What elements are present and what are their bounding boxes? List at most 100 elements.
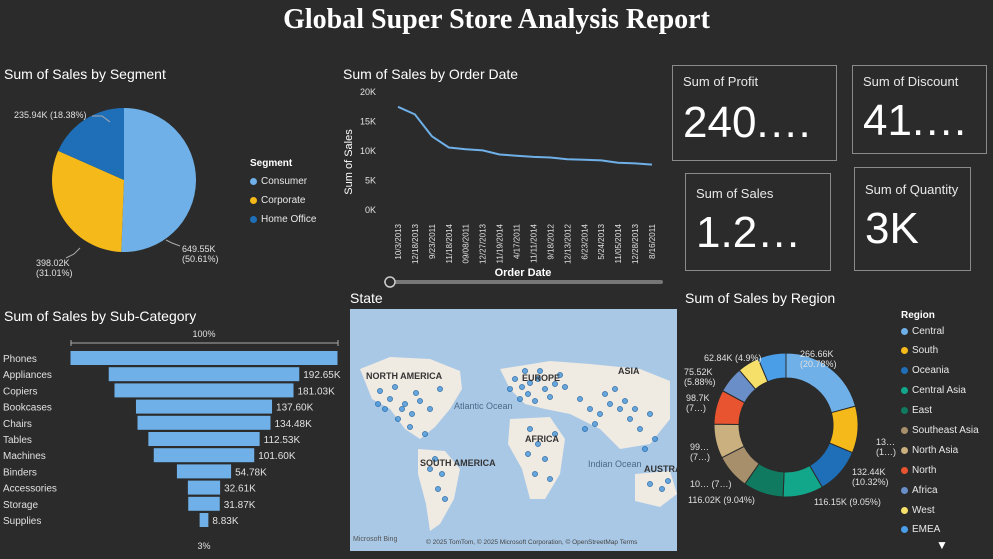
segment-chart-title: Sum of Sales by Segment: [4, 66, 166, 82]
map-point: [422, 431, 428, 437]
region-label-0: 266.66K (20.78%): [800, 349, 837, 369]
kpi-card-quantity[interactable]: Sum of Quantity 3K: [854, 167, 971, 271]
map-point: [602, 391, 608, 397]
funnel-value-label: 112.53K: [264, 435, 301, 446]
orderdate-chart-title: Sum of Sales by Order Date: [343, 66, 519, 82]
y-tick: 5K: [365, 176, 376, 186]
region-chart-title: Sum of Sales by Region: [685, 290, 836, 306]
x-tick: 11/19/2014: [496, 223, 505, 263]
segment-legend-item-2[interactable]: Home Office: [250, 213, 316, 225]
segment-legend: Consumer Corporate Home Office: [250, 175, 316, 232]
label-indian: Indian Ocean: [588, 459, 642, 469]
label-south-america: SOUTH AMERICA: [420, 458, 496, 468]
subcategory-funnel-chart[interactable]: 100% Phones Appliances 192.65K Copiers 181.0…: [0, 326, 345, 554]
map-point: [392, 384, 398, 390]
region-legend-item-6[interactable]: North Asia: [901, 444, 979, 456]
map-point: [377, 388, 383, 394]
funnel-bars: Phones Appliances 192.65K Copiers 181.03K Boo…: [3, 351, 341, 527]
funnel-bar-9: [188, 496, 220, 511]
map-point: [659, 486, 665, 492]
region-donut-chart[interactable]: 266.66K (20.78%) 13… (1…) 132.44K (10.32%) 116…: [676, 335, 898, 515]
orderdate-scroll-handle[interactable]: [384, 276, 396, 288]
australia-land: [635, 471, 677, 507]
legend-dot: [901, 426, 908, 434]
segment-legend-title: Segment: [250, 158, 293, 169]
region-legend-item-10[interactable]: EMEA: [901, 524, 979, 536]
africa-land: [508, 417, 565, 499]
region-label-7: 98.7K (7…): [686, 393, 710, 413]
map-point: [612, 386, 618, 392]
legend-dot: [901, 446, 908, 454]
region-legend-item-4[interactable]: East: [901, 405, 979, 417]
funnel-bar-8: [187, 480, 221, 495]
map-point: [527, 426, 533, 432]
region-legend-item-5[interactable]: Southeast Asia: [901, 424, 979, 436]
state-map[interactable]: NORTH AMERICA SOUTH AMERICA EUROPE AFRIC…: [350, 309, 677, 551]
kpi-card-discount[interactable]: Sum of Discount 41.…: [852, 65, 987, 154]
legend-label: Oceania: [912, 365, 950, 377]
region-legend-item-8[interactable]: Africa: [901, 484, 979, 496]
region-legend-item-0[interactable]: Central: [901, 325, 979, 337]
kpi-sales-label: Sum of Sales: [696, 186, 774, 201]
map-point: [387, 396, 393, 402]
map-point: [525, 451, 531, 457]
map-point: [375, 401, 381, 407]
orderdate-scrollbar[interactable]: [384, 280, 663, 284]
map-point: [592, 421, 598, 427]
map-point: [525, 391, 531, 397]
segment-legend-item-1[interactable]: Corporate: [250, 194, 316, 206]
kpi-card-sales[interactable]: Sum of Sales 1.2…: [685, 173, 831, 271]
region-legend-item-9[interactable]: West: [901, 504, 979, 516]
map-point: [437, 386, 443, 392]
funnel-category-label: Chairs: [3, 419, 32, 430]
x-tick: 8/16/2011: [648, 223, 657, 259]
region-label-1: 13… (1…): [876, 437, 896, 457]
kpi-quantity-label: Sum of Quantity: [865, 182, 959, 197]
funnel-bar-0: [70, 351, 338, 365]
orderdate-xlabel: Order Date: [495, 267, 552, 279]
funnel-category-label: Tables: [3, 435, 32, 446]
map-point: [562, 384, 568, 390]
map-point: [409, 411, 415, 417]
map-point: [519, 384, 525, 390]
kpi-card-profit[interactable]: Sum of Profit 240.…: [672, 65, 837, 161]
legend-dot: [901, 506, 908, 514]
map-point: [417, 398, 423, 404]
orderdate-line-chart[interactable]: Sum of Sales 20K 15K 10K 5K 0K 10/3/2013 12/1…: [340, 84, 665, 289]
map-point: [402, 401, 408, 407]
label-europe: EUROPE: [522, 373, 560, 383]
orderdate-ylabel: Sum of Sales: [343, 129, 355, 195]
region-legend-item-2[interactable]: Oceania: [901, 365, 979, 377]
region-legend-item-1[interactable]: South: [901, 345, 979, 357]
funnel-bar-6: [153, 448, 255, 463]
legend-dot: [250, 215, 257, 223]
segment-legend-item-0[interactable]: Consumer: [250, 175, 316, 187]
chevron-down-icon[interactable]: ▼: [936, 538, 948, 552]
y-tick: 20K: [360, 87, 376, 97]
map-brand: Microsoft Bing: [353, 536, 398, 543]
legend-label: EMEA: [912, 524, 941, 536]
region-legend-title: Region: [901, 310, 935, 321]
legend-label: Home Office: [261, 213, 317, 225]
legend-label: North: [912, 464, 937, 476]
funnel-value-label: 137.60K: [276, 403, 314, 414]
x-tick: 12/28/2013: [631, 223, 640, 264]
map-point: [547, 394, 553, 400]
label-australia: AUSTRA: [644, 464, 677, 474]
funnel-value-label: 134.48K: [274, 419, 312, 430]
funnel-value-label: 192.65K: [303, 370, 341, 381]
map-point: [542, 386, 548, 392]
map-point: [439, 471, 445, 477]
y-tick: 0K: [365, 205, 376, 215]
legend-label: North Asia: [912, 444, 959, 456]
map-point: [647, 481, 653, 487]
map-footer[interactable]: © 2025 TomTom, © 2025 Microsoft Corporat…: [426, 539, 637, 546]
region-legend-item-3[interactable]: Central Asia: [901, 385, 979, 397]
y-tick: 15K: [360, 117, 376, 127]
region-legend-item-7[interactable]: North: [901, 464, 979, 476]
x-tick: 12/13/2012: [563, 223, 572, 264]
map-point: [607, 401, 613, 407]
funnel-category-label: Appliances: [3, 370, 52, 381]
world-map-svg: NORTH AMERICA SOUTH AMERICA EUROPE AFRIC…: [360, 357, 677, 531]
funnel-bottom-label: 3%: [197, 541, 210, 551]
